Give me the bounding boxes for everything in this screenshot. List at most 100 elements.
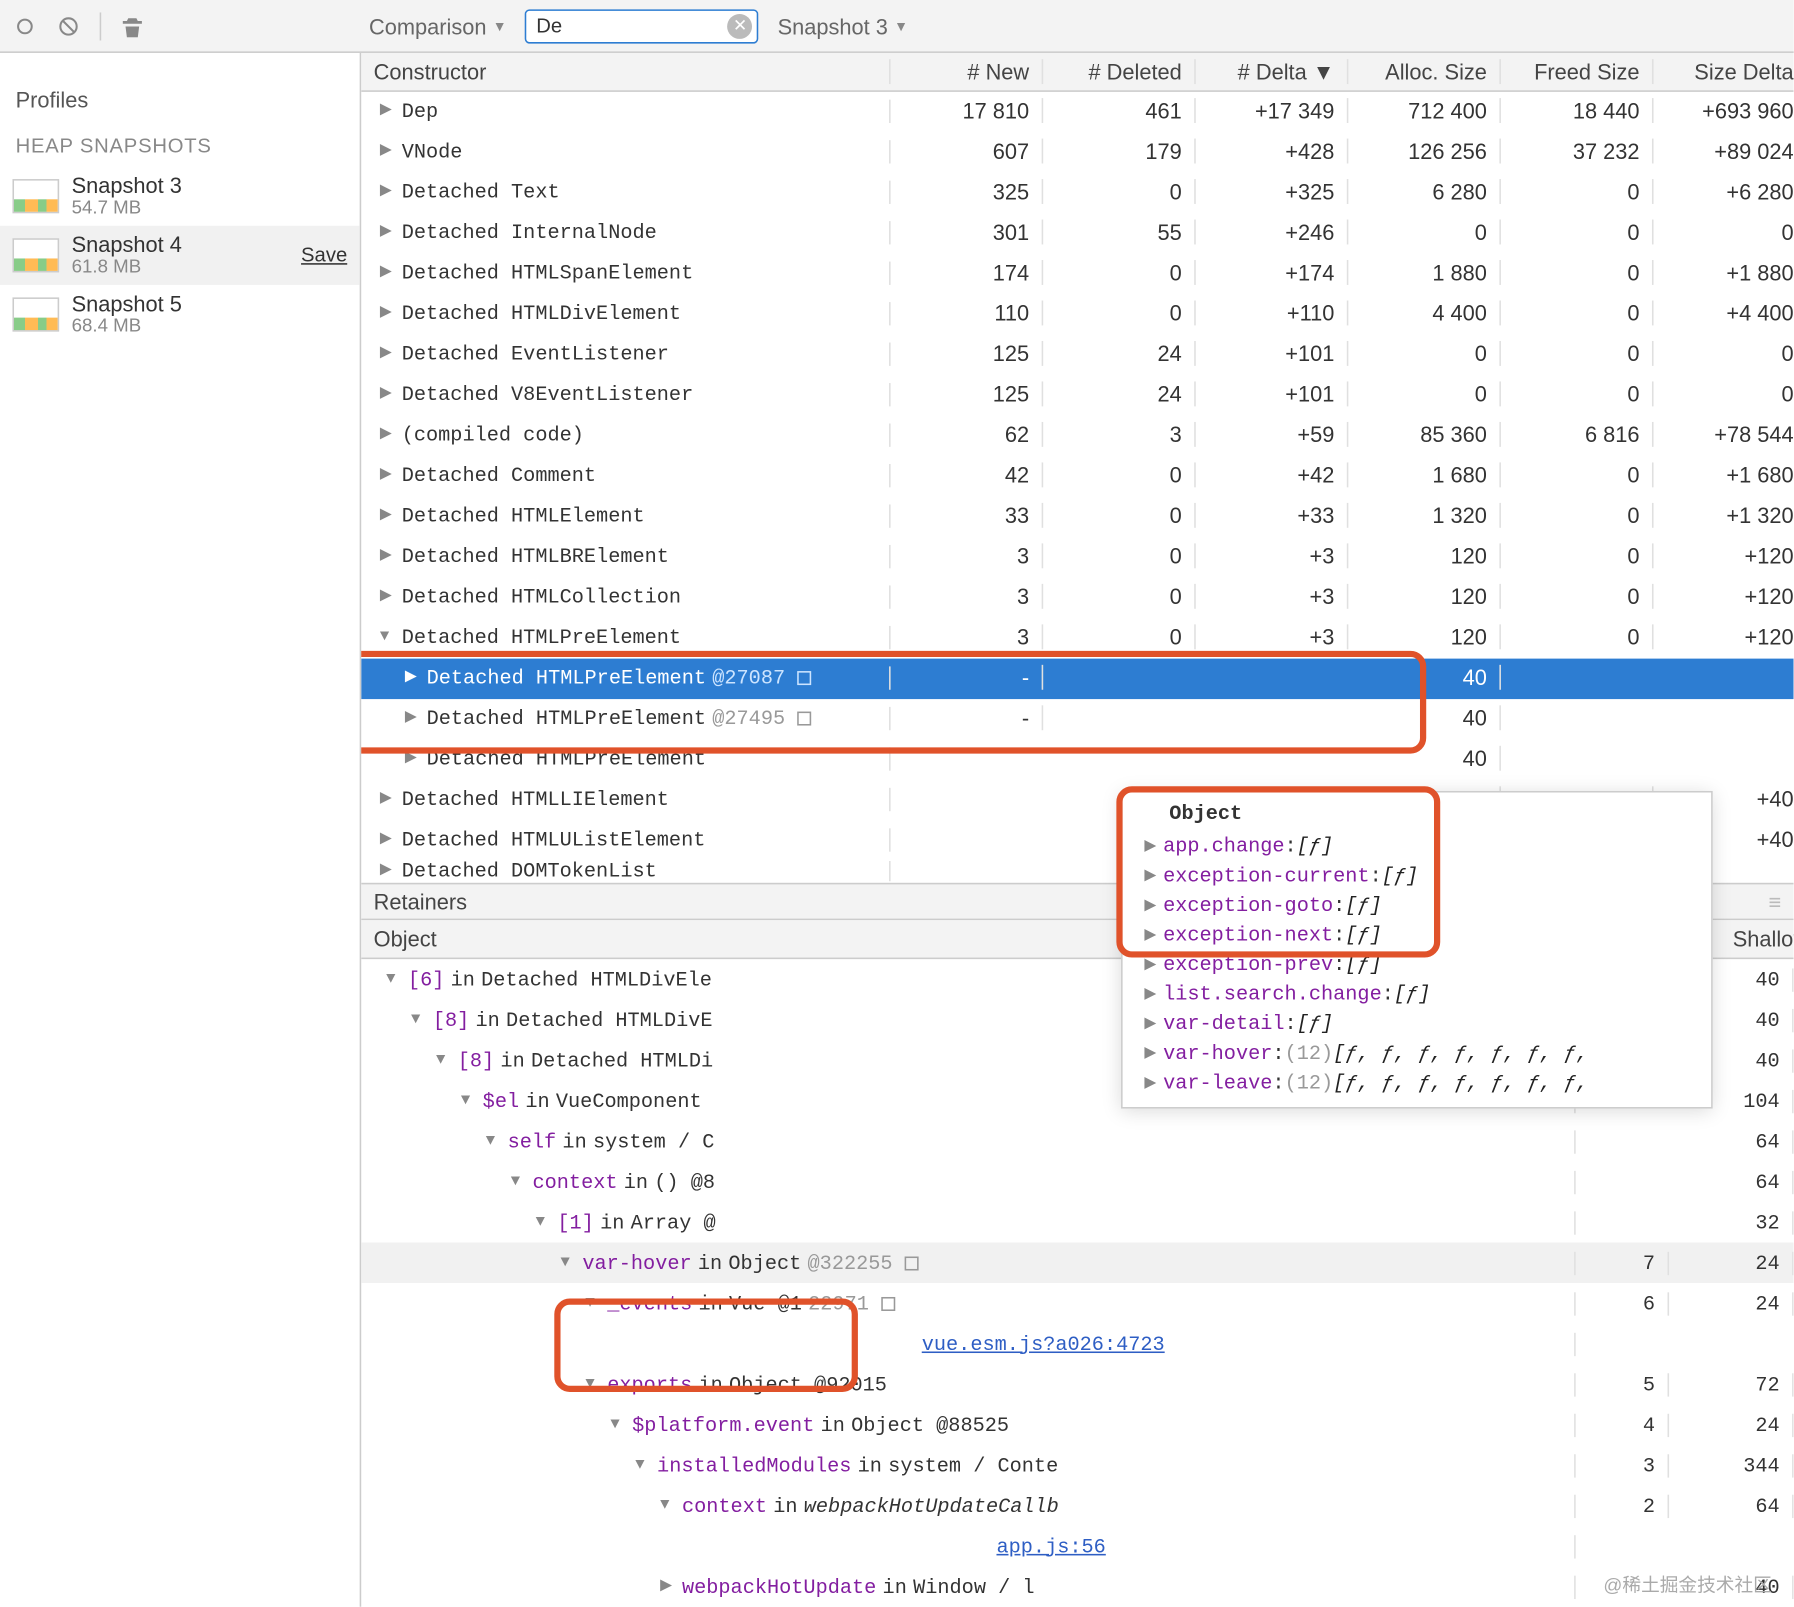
- table-row[interactable]: ▶ Dep 17 810 461 +17 349 712 400 18 440 …: [361, 91, 1793, 131]
- col-deleted[interactable]: # Deleted: [1043, 59, 1196, 84]
- retainer-row[interactable]: ▼installedModules in system / Conte 3 34…: [361, 1445, 1793, 1485]
- toolbar: Comparison▼ ✕ Snapshot 3▼: [0, 0, 1794, 53]
- snapshot-item[interactable]: Snapshot 4 61.8 MB Save: [0, 226, 360, 285]
- retainer-row[interactable]: ▼context in webpackHotUpdateCallb 2 64 0…: [361, 1485, 1793, 1525]
- expand-arrow-icon[interactable]: ▼: [536, 1214, 552, 1231]
- col-delta[interactable]: # Delta ▼: [1196, 59, 1349, 84]
- expand-arrow-icon[interactable]: ▶: [380, 182, 396, 201]
- snapshot-item[interactable]: Snapshot 5 68.4 MB: [0, 285, 360, 344]
- expand-arrow-icon[interactable]: ▼: [461, 1092, 477, 1109]
- heap-snapshots-header: HEAP SNAPSHOTS: [0, 125, 360, 167]
- expand-arrow-icon[interactable]: ▶: [660, 1577, 676, 1596]
- expand-arrow-icon[interactable]: ▶: [380, 223, 396, 242]
- table-row[interactable]: ▶ Detached HTMLCollection 3 0 +3 120 0 +…: [361, 577, 1793, 617]
- delete-icon[interactable]: [120, 13, 145, 38]
- class-filter-input[interactable]: [525, 9, 759, 43]
- expand-arrow-icon[interactable]: ▼: [610, 1416, 626, 1433]
- table-row[interactable]: ▶ Detached HTMLBRElement 3 0 +3 120 0 +1…: [361, 537, 1793, 577]
- stop-icon[interactable]: [56, 13, 81, 38]
- table-row[interactable]: ▶ Detached EventListener 125 24 +101 0 0…: [361, 334, 1793, 374]
- table-row[interactable]: ▶ Detached HTMLElement 33 0 +33 1 320 0 …: [361, 496, 1793, 536]
- table-row[interactable]: ▼ Detached HTMLPreElement 3 0 +3 120 0 +…: [361, 618, 1793, 658]
- popup-line: ▶exception-current: [ƒ]: [1123, 861, 1712, 891]
- col-constructor[interactable]: Constructor: [361, 59, 890, 84]
- sidebar: Profiles HEAP SNAPSHOTS Snapshot 3 54.7 …: [0, 53, 361, 1607]
- retainer-row[interactable]: ▼_events in Vue @1 22971 6 24 0 % 1 269 …: [361, 1283, 1793, 1323]
- expand-arrow-icon[interactable]: ▶: [405, 749, 421, 768]
- record-icon[interactable]: [12, 13, 37, 38]
- snapshot-thumb-icon: [12, 297, 59, 331]
- expand-arrow-icon[interactable]: ▶: [380, 587, 396, 606]
- expand-arrow-icon[interactable]: ▶: [405, 709, 421, 728]
- source-link[interactable]: vue.esm.js?a026:4723: [922, 1332, 1165, 1355]
- col-new[interactable]: # New: [891, 59, 1044, 84]
- expand-arrow-icon[interactable]: ▼: [585, 1295, 601, 1312]
- expand-arrow-icon[interactable]: ▶: [380, 861, 396, 880]
- popup-line: ▶exception-prev: [ƒ]: [1123, 950, 1712, 980]
- expand-arrow-icon[interactable]: ▶: [380, 506, 396, 525]
- expand-arrow-icon[interactable]: ▼: [411, 1011, 427, 1028]
- expand-arrow-icon[interactable]: ▼: [660, 1497, 676, 1514]
- table-row[interactable]: ▶ (compiled code) 62 3 +59 85 360 6 816 …: [361, 415, 1793, 455]
- table-row[interactable]: ▶ Detached HTMLPreElement 40: [361, 739, 1793, 779]
- expand-arrow-icon[interactable]: ▶: [380, 263, 396, 282]
- table-row[interactable]: ▶ Detached Text 325 0 +325 6 280 0 +6 28…: [361, 172, 1793, 212]
- col-alloc[interactable]: Alloc. Size: [1348, 59, 1501, 84]
- table-row[interactable]: ▶ Detached HTMLPreElement @27495 - 40: [361, 699, 1793, 739]
- retainer-row[interactable]: ▼exports in Object @92015 5 72 0 % 1 184…: [361, 1364, 1793, 1404]
- expand-arrow-icon[interactable]: ▼: [561, 1254, 577, 1271]
- table-row[interactable]: ▶ Detached HTMLSpanElement 174 0 +174 1 …: [361, 253, 1793, 293]
- source-link[interactable]: app.js:56: [996, 1534, 1105, 1557]
- filter-input-wrap: ✕: [525, 9, 759, 43]
- expand-arrow-icon[interactable]: ▶: [380, 304, 396, 323]
- col-size-delta[interactable]: Size Delta: [1654, 59, 1794, 84]
- snapshot-size: 68.4 MB: [72, 316, 182, 337]
- base-snapshot-dropdown[interactable]: Snapshot 3▼: [778, 13, 908, 38]
- popup-line: ▶app.change: [ƒ]: [1123, 831, 1712, 861]
- expand-arrow-icon[interactable]: ▼: [585, 1376, 601, 1393]
- expand-arrow-icon[interactable]: ▼: [380, 628, 396, 645]
- retainer-row[interactable]: app.js:56: [361, 1526, 1793, 1566]
- expand-arrow-icon[interactable]: ▼: [436, 1052, 452, 1069]
- constructor-header-row: Constructor # New # Deleted # Delta ▼ Al…: [361, 53, 1793, 91]
- expand-arrow-icon[interactable]: ▶: [380, 830, 396, 849]
- table-row[interactable]: ▶ Detached Comment 42 0 +42 1 680 0 +1 6…: [361, 456, 1793, 496]
- expand-arrow-icon[interactable]: ▶: [380, 142, 396, 161]
- snapshot-thumb-icon: [12, 179, 59, 213]
- table-row[interactable]: ▶ Detached HTMLPreElement @27087 - 40: [361, 658, 1793, 698]
- expand-arrow-icon[interactable]: ▶: [380, 425, 396, 444]
- popup-line: ▶var-leave: (12) [ƒ, ƒ, ƒ, ƒ, ƒ, ƒ, ƒ,: [1123, 1068, 1712, 1098]
- col-freed[interactable]: Freed Size: [1501, 59, 1654, 84]
- view-dropdown[interactable]: Comparison▼: [369, 13, 507, 38]
- expand-arrow-icon[interactable]: ▶: [380, 344, 396, 363]
- snapshot-name: Snapshot 5: [72, 291, 182, 316]
- expand-arrow-icon[interactable]: ▼: [386, 971, 402, 988]
- popup-title: Object: [1123, 793, 1712, 832]
- expand-arrow-icon[interactable]: ▶: [380, 385, 396, 404]
- expand-arrow-icon[interactable]: ▶: [405, 668, 421, 687]
- retainer-row[interactable]: vue.esm.js?a026:4723: [361, 1323, 1793, 1363]
- table-row[interactable]: ▶ VNode 607 179 +428 126 256 37 232 +89 …: [361, 132, 1793, 172]
- expand-arrow-icon[interactable]: ▶: [380, 790, 396, 809]
- save-link[interactable]: Save: [301, 243, 347, 266]
- retainer-row[interactable]: ▼$platform.event in Object @88525 4 24 0…: [361, 1404, 1793, 1444]
- grip-icon: ≡: [1768, 889, 1781, 914]
- expand-arrow-icon[interactable]: ▼: [635, 1457, 651, 1474]
- expand-arrow-icon[interactable]: ▼: [511, 1173, 527, 1190]
- retainer-row[interactable]: ▶webpackHotUpdate in Window / l 40 0 % 7…: [361, 1566, 1793, 1606]
- retainer-row[interactable]: ▼self in system / C 64 0 % 64 0 %: [361, 1121, 1793, 1161]
- retainer-row[interactable]: ▼context in () @8 64 0 % 128 0 %: [361, 1162, 1793, 1202]
- table-row[interactable]: ▶ Detached V8EventListener 125 24 +101 0…: [361, 375, 1793, 415]
- content-area: Constructor # New # Deleted # Delta ▼ Al…: [361, 53, 1793, 1607]
- expand-arrow-icon[interactable]: ▼: [486, 1133, 502, 1150]
- expand-arrow-icon[interactable]: ▶: [380, 547, 396, 566]
- table-row[interactable]: ▶ Detached InternalNode 301 55 +246 0 0 …: [361, 213, 1793, 253]
- snapshot-item[interactable]: Snapshot 3 54.7 MB: [0, 167, 360, 226]
- expand-arrow-icon[interactable]: ▶: [380, 101, 396, 120]
- table-row[interactable]: ▶ Detached HTMLDivElement 110 0 +110 4 4…: [361, 294, 1793, 334]
- retainer-row[interactable]: ▼[1] in Array @ 32 0 % 1 208 0 %: [361, 1202, 1793, 1242]
- retainer-row[interactable]: ▼var-hover in Object @322255 7 24 0 % 1 …: [361, 1243, 1793, 1283]
- popup-line: ▶list.search.change: [ƒ]: [1123, 979, 1712, 1009]
- object-tooltip: Object ▶app.change: [ƒ] ▶exception-curre…: [1121, 791, 1713, 1109]
- expand-arrow-icon[interactable]: ▶: [380, 466, 396, 485]
